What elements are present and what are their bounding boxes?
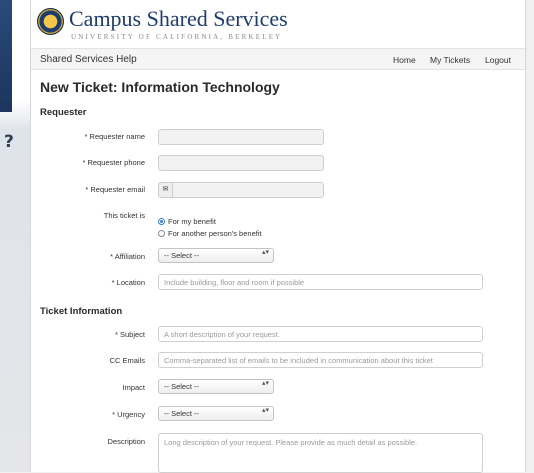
ticket-for-me-option[interactable]: For my benefit bbox=[158, 211, 216, 226]
select-arrows-icon: ▴▾ bbox=[261, 249, 269, 256]
background-strip: ? bbox=[0, 0, 30, 472]
location-input[interactable]: Include building, floor and room if poss… bbox=[158, 274, 483, 290]
brand-subtitle: UNIVERSITY OF CALIFORNIA, BERKELEY bbox=[71, 33, 283, 41]
requester-email-group: ✉ bbox=[158, 182, 324, 198]
location-label: * Location bbox=[111, 278, 145, 287]
requester-phone-label: * Requester phone bbox=[82, 158, 145, 167]
impact-select[interactable]: -- Select -- ▴▾ bbox=[158, 379, 274, 394]
background-image bbox=[0, 0, 12, 112]
ticket-is-label: This ticket is bbox=[103, 211, 145, 220]
requester-email-input[interactable] bbox=[172, 182, 324, 198]
subject-label: * Subject bbox=[114, 330, 145, 339]
description-textarea[interactable]: Long description of your request. Please… bbox=[158, 433, 483, 473]
nav-logout-link[interactable]: Logout bbox=[485, 55, 511, 65]
brand-title: Campus Shared Services bbox=[69, 6, 288, 31]
urgency-value: -- Select -- bbox=[164, 409, 200, 418]
requester-heading: Requester bbox=[40, 107, 87, 118]
radio-unselected-icon[interactable] bbox=[158, 230, 165, 237]
nav-my-tickets-link[interactable]: My Tickets bbox=[430, 55, 470, 65]
select-arrows-icon: ▴▾ bbox=[261, 407, 269, 414]
requester-name-label: * Requester name bbox=[84, 132, 145, 141]
envelope-icon: ✉ bbox=[158, 182, 173, 198]
nav-app-name[interactable]: Shared Services Help bbox=[40, 54, 137, 65]
cc-emails-label: CC Emails bbox=[109, 356, 145, 365]
description-label: Description bbox=[107, 437, 145, 446]
main-panel: Campus Shared Services UNIVERSITY OF CAL… bbox=[30, 0, 526, 473]
urgency-select[interactable]: -- Select -- ▴▾ bbox=[158, 406, 274, 421]
background-question-mark: ? bbox=[4, 132, 14, 152]
select-arrows-icon: ▴▾ bbox=[261, 380, 269, 387]
brand-logo[interactable]: Campus Shared Services UNIVERSITY OF CAL… bbox=[37, 6, 337, 46]
page-title: New Ticket: Information Technology bbox=[40, 79, 280, 95]
ticket-info-heading: Ticket Information bbox=[40, 306, 123, 317]
impact-label: Impact bbox=[122, 383, 145, 392]
impact-value: -- Select -- bbox=[164, 382, 200, 391]
requester-phone-input[interactable] bbox=[158, 155, 324, 171]
ticket-for-other-option[interactable]: For another person's benefit bbox=[158, 223, 262, 238]
ticket-for-other-label: For another person's benefit bbox=[168, 229, 262, 238]
subject-input[interactable]: A short description of your request. bbox=[158, 326, 483, 342]
uc-seal-icon bbox=[37, 8, 64, 35]
cc-emails-input[interactable]: Comma-separated list of emails to be inc… bbox=[158, 352, 483, 368]
navbar: Shared Services Help Home My Tickets Log… bbox=[31, 48, 525, 70]
requester-email-label: * Requester email bbox=[85, 185, 145, 194]
affiliation-select[interactable]: -- Select -- ▴▾ bbox=[158, 248, 274, 263]
affiliation-label: * Affiliation bbox=[110, 252, 145, 261]
urgency-label: * Urgency bbox=[112, 410, 145, 419]
requester-name-input[interactable] bbox=[158, 129, 324, 145]
affiliation-value: -- Select -- bbox=[164, 251, 200, 260]
nav-home-link[interactable]: Home bbox=[393, 55, 416, 65]
